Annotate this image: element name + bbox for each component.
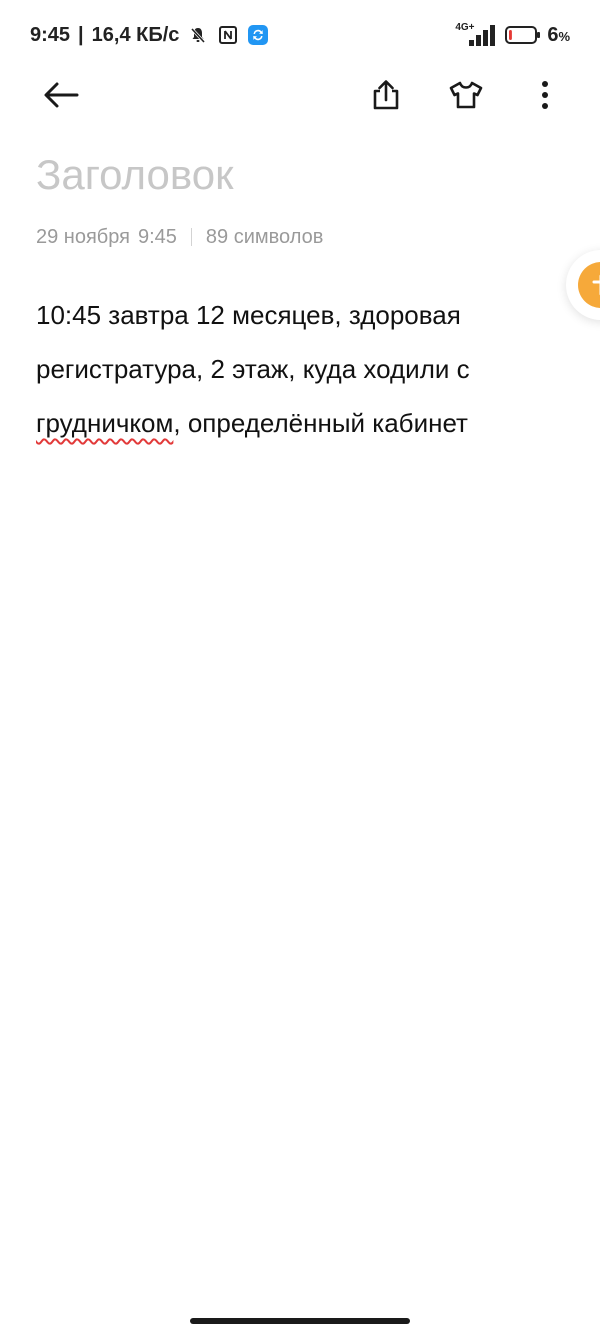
battery-icon [505,26,541,44]
floating-side-button[interactable] [566,250,600,320]
status-speed: 16,4 КБ/с [91,23,180,46]
misspelled-word[interactable]: грудничком [36,408,173,438]
note-date: 29 ноября [36,225,130,248]
status-time: 9:45 [30,23,71,46]
nfc-icon [217,24,239,46]
side-button-icon [578,262,600,308]
bell-off-icon [187,24,209,46]
share-button[interactable] [361,70,411,120]
theme-button[interactable] [441,70,491,120]
editor-toolbar [0,70,600,120]
network-indicator: 4G+ [455,22,496,48]
note-body-text: 10:45 завтра 12 месяцев, здоровая регист… [36,300,470,384]
theme-shirt-icon [449,81,483,109]
more-vert-icon [542,81,548,109]
home-indicator[interactable] [190,1318,410,1324]
back-button[interactable] [36,70,86,120]
sync-icon [247,24,269,46]
note-time: 9:45 [137,225,177,248]
note-title-input[interactable]: Заголовок [36,148,566,202]
status-separator: | [78,23,84,46]
battery-indicator: 6% [505,24,570,47]
note-meta: 29 ноября 9:45 89 символов [36,222,323,252]
status-left: 9:45 | 16,4 КБ/с [30,20,269,50]
note-char-count: 89 символов [205,225,324,248]
notes-editor-screen: 9:45 | 16,4 КБ/с 4G+ 6% Заголовок 29 ноя… [0,0,600,1332]
meta-divider [190,228,192,246]
note-body-editor[interactable]: 10:45 завтра 12 месяцев, здоровая регист… [36,288,566,450]
battery-percent: 6% [547,23,570,46]
status-right: 4G+ 6% [455,20,570,50]
note-body-text-end: , определённый кабинет [173,408,468,438]
share-icon [373,80,399,110]
signal-icon [469,25,496,46]
status-bar: 9:45 | 16,4 КБ/с 4G+ 6% [0,0,600,70]
back-arrow-icon [44,82,79,108]
more-options-button[interactable] [520,70,570,120]
